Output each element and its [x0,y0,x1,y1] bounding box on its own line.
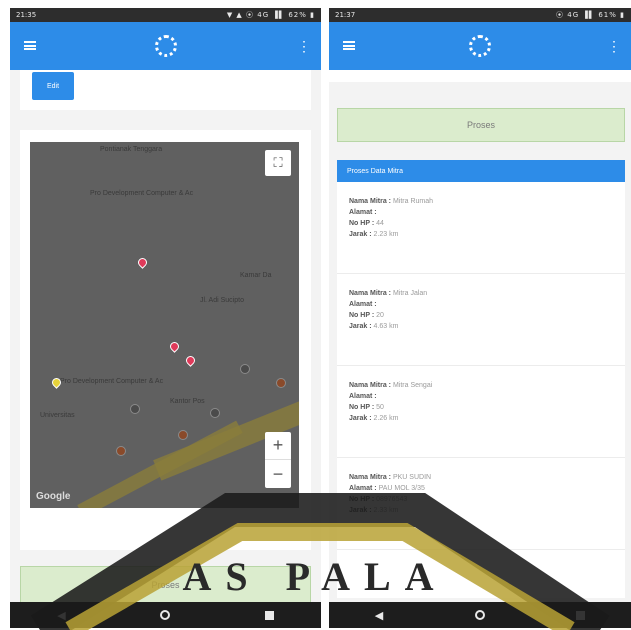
back-icon[interactable]: ◀ [375,609,383,622]
app-logo-icon [469,35,491,57]
map-road [77,420,243,508]
nama-value: Mitra Sengai [392,382,433,389]
map-label: Pro Development Computer & Ac [90,190,194,197]
menu-icon[interactable] [343,41,355,50]
zoom-out-button[interactable]: − [265,460,291,488]
hp-value: 50 [376,404,384,411]
overflow-menu-icon[interactable]: ⋮ [607,38,621,55]
android-nav-bar: ◀ [10,602,321,628]
map-view[interactable]: Pontianak Tenggara Pro Development Compu… [30,142,299,508]
fullscreen-icon[interactable]: ⛶ [265,150,291,176]
status-bar: 21:37 ⦿ 4G ▐▌ 61% ▮ [329,8,631,22]
menu-icon[interactable] [24,41,36,50]
nama-value: Mitra Jalan [392,290,428,297]
alamat-label: Alamat : [349,209,377,216]
map-marker[interactable] [184,354,197,367]
hp-value: 44 [376,220,384,227]
status-time: 21:35 [16,11,37,19]
zoom-in-button[interactable]: + [265,432,291,460]
zoom-control: + − [265,432,291,488]
proses-button[interactable]: Proses [20,566,311,604]
jarak-label: Jarak : [349,415,372,422]
card-bottom-edge [329,70,631,82]
status-time: 21:37 [335,11,356,19]
status-icons: ⦿ 4G ▐▌ 61% ▮ [556,11,625,19]
list-item[interactable]: Nama Mitra : PKU SUDIN Alamat : PAU MOL … [337,458,625,550]
recent-apps-icon[interactable] [264,610,274,620]
jarak-value: 4.63 km [373,323,399,330]
jarak-label: Jarak : [349,323,372,330]
jarak-value: 2.26 km [373,415,399,422]
status-icons: ▼ ▲ ⦿ 4G ▐▌ 62% ▮ [226,11,315,19]
nama-label: Nama Mitra : [349,382,392,389]
map-poi [276,378,286,388]
right-phone-screen: 21:37 ⦿ 4G ▐▌ 61% ▮ ⋮ Proses Proses Data… [329,8,631,628]
map-label: Kantor Pos [170,398,205,405]
nama-value: PKU SUDIN [392,474,432,481]
hp-label: No HP : [349,496,375,503]
map-label: Universitas [40,412,75,419]
mitra-list-card: Proses Data Mitra Nama Mitra : Mitra Rum… [337,160,625,598]
hp-label: No HP : [349,404,375,411]
map-label: Pontianak Tenggara [100,146,163,153]
map-label: Jl. Adi Sucipto [200,297,244,304]
list-title: Proses Data Mitra [337,160,625,182]
jarak-label: Jarak : [349,231,372,238]
app-bar: ⋮ [329,22,631,70]
proses-button[interactable]: Proses [337,108,625,142]
app-logo-icon [154,35,177,57]
app-bar: ⋮ [10,22,321,70]
map-label: Kamar Da [240,272,272,279]
alamat-label: Alamat : [349,301,377,308]
jarak-value: 2.33 km [373,507,399,514]
home-icon[interactable] [474,610,485,620]
hp-value: 20 [376,312,384,319]
map-label: Pro Development Computer & Ac [60,378,164,385]
home-icon[interactable] [160,610,171,620]
jarak-label: Jarak : [349,507,372,514]
list-item[interactable]: Nama Mitra : Mitra Sengai Alamat : No HP… [337,366,625,458]
alamat-label: Alamat : [349,485,377,492]
google-logo: Google [36,491,71,502]
left-phone-screen: 21:35 ▼ ▲ ⦿ 4G ▐▌ 62% ▮ ⋮ Edit Pontianak… [10,8,321,628]
jarak-value: 2.23 km [373,231,399,238]
hp-label: No HP : [349,220,375,227]
list-item[interactable]: Nama Mitra : Mitra Rumah Alamat : No HP … [337,182,625,274]
status-bar: 21:35 ▼ ▲ ⦿ 4G ▐▌ 62% ▮ [10,8,321,22]
nama-label: Nama Mitra : [349,198,392,205]
overflow-menu-icon[interactable]: ⋮ [297,38,311,55]
map-marker[interactable] [136,256,149,269]
map-poi [210,408,220,418]
alamat-value: PAU MOL 3/35 [378,485,425,492]
map-poi [240,364,250,374]
alamat-label: Alamat : [349,393,377,400]
map-poi [116,446,126,456]
map-marker[interactable] [168,340,181,353]
nama-value: Mitra Rumah [392,198,434,205]
back-icon[interactable]: ◀ [57,609,65,622]
recent-apps-icon[interactable] [576,610,586,620]
hp-value: 08976543 [376,496,408,503]
map-poi [130,404,140,414]
hp-label: No HP : [349,312,375,319]
list-item[interactable]: Nama Mitra : Mitra Jalan Alamat : No HP … [337,274,625,366]
nama-label: Nama Mitra : [349,290,392,297]
map-poi [178,430,188,440]
edit-button[interactable]: Edit [32,72,74,100]
android-nav-bar: ◀ [329,602,631,628]
nama-label: Nama Mitra : [349,474,392,481]
